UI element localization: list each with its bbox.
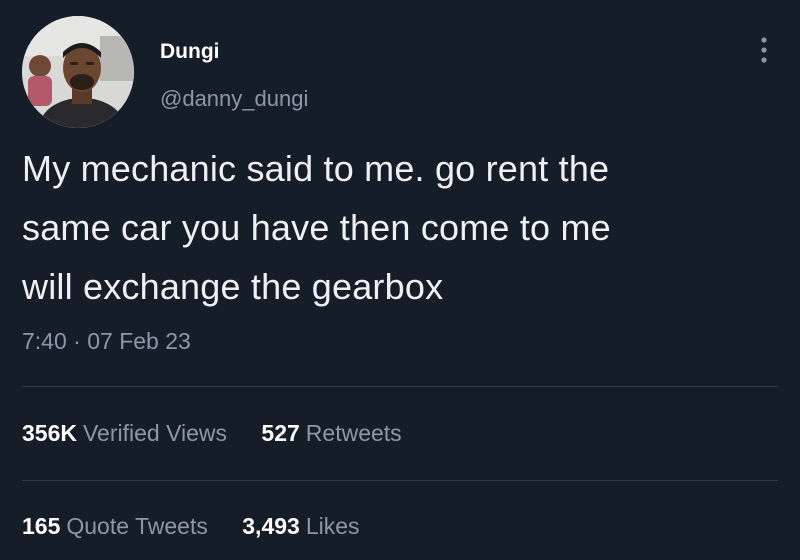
likes-label: Likes xyxy=(305,513,360,539)
divider xyxy=(22,480,778,481)
quotes-count: 165 xyxy=(22,513,61,539)
stats-row-views-retweets: 356K Verified Views 527 Retweets xyxy=(22,418,430,448)
more-vertical-icon[interactable] xyxy=(756,34,772,66)
avatar-image xyxy=(22,16,134,128)
avatar[interactable] xyxy=(22,16,134,128)
views-stat[interactable]: 356K Verified Views xyxy=(22,418,227,448)
tweet-text: My mechanic said to me. go rent the same… xyxy=(22,139,792,316)
display-name[interactable]: Dungi xyxy=(160,40,219,64)
tweet-text-line: My mechanic said to me. go rent the xyxy=(22,148,610,189)
likes-stat[interactable]: 3,493 Likes xyxy=(242,511,359,541)
tweet-timestamp[interactable]: 7:40 · 07 Feb 23 xyxy=(22,326,191,356)
quotes-label: Quote Tweets xyxy=(66,513,208,539)
tweet-date: 07 Feb 23 xyxy=(87,328,191,354)
quote-tweets-stat[interactable]: 165 Quote Tweets xyxy=(22,511,208,541)
retweets-label: Retweets xyxy=(305,420,402,446)
user-handle[interactable]: @danny_dungi xyxy=(160,86,308,112)
tweet-text-line: will exchange the gearbox xyxy=(22,266,444,307)
tweet-time: 7:40 xyxy=(22,328,67,354)
retweets-stat[interactable]: 527 Retweets xyxy=(261,418,401,448)
tweet-text-line: same car you have then come to me xyxy=(22,207,611,248)
views-count: 356K xyxy=(22,420,77,446)
retweets-count: 527 xyxy=(261,420,300,446)
views-label: Verified Views xyxy=(82,420,228,446)
meta-separator: · xyxy=(73,328,81,354)
divider xyxy=(22,386,778,387)
stats-row-quotes-likes: 165 Quote Tweets 3,493 Likes xyxy=(22,511,388,541)
likes-count: 3,493 xyxy=(242,513,300,539)
